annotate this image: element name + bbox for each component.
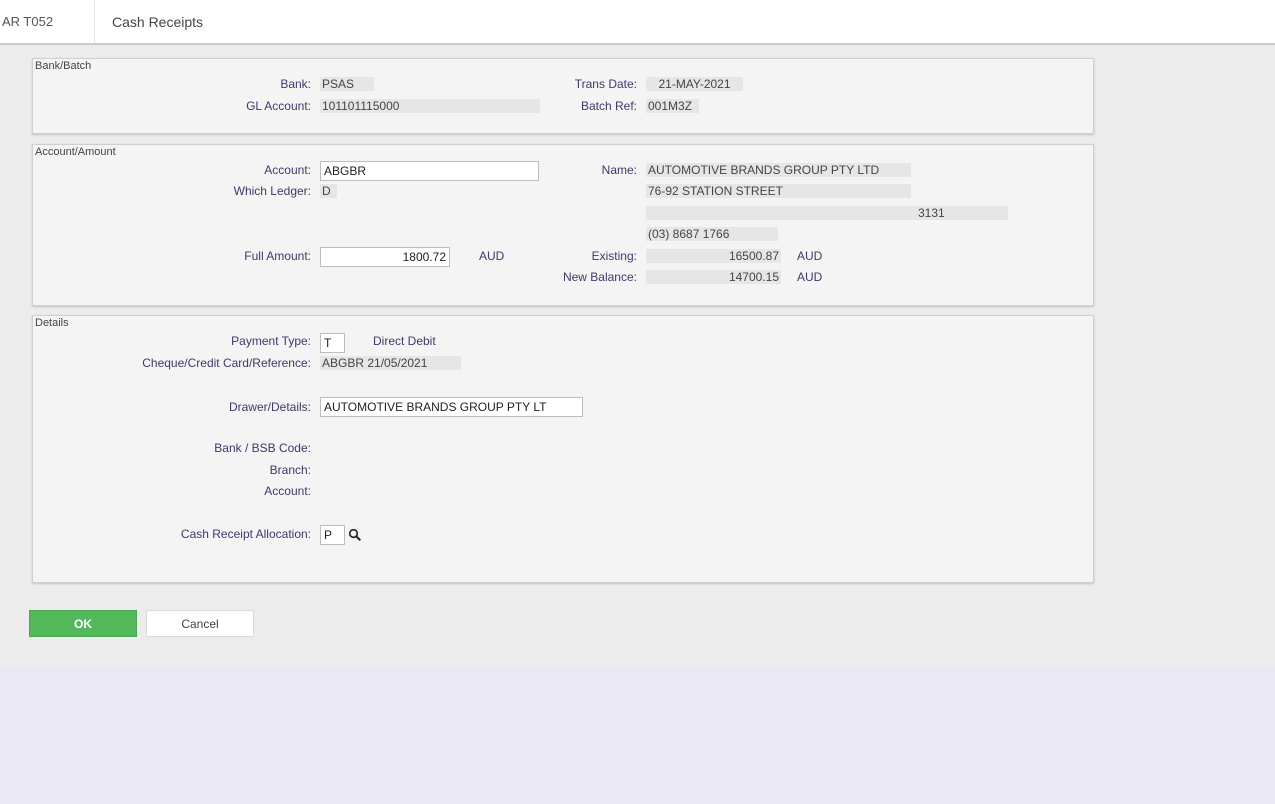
gl-account-label: GL Account: — [246, 99, 311, 113]
account-label: Account: — [264, 163, 311, 177]
new-balance-label: New Balance: — [562, 270, 637, 284]
header-divider — [94, 0, 95, 43]
trans-date-label: Trans Date: — [574, 77, 637, 91]
bsb-code-label: Bank / BSB Code: — [214, 441, 311, 455]
existing-value: 16500.87 — [646, 249, 781, 263]
page-title: Cash Receipts — [112, 14, 204, 30]
existing-label: Existing: — [591, 249, 637, 263]
payment-type-description: Direct Debit — [373, 334, 436, 348]
branch-label: Branch: — [269, 463, 311, 477]
bank-label: Bank: — [280, 77, 311, 91]
details-legend: Details — [35, 317, 69, 329]
which-ledger-label: Which Ledger: — [233, 184, 311, 198]
drawer-input[interactable] — [320, 397, 583, 417]
cancel-button[interactable]: Cancel — [146, 610, 254, 637]
name-value: AUTOMOTIVE BRANDS GROUP PTY LTD — [646, 163, 911, 177]
top-bar: AR T052 Cash Receipts — [0, 0, 1275, 45]
existing-currency: AUD — [797, 249, 823, 263]
address-line2 — [646, 206, 916, 220]
which-ledger-value: D — [320, 184, 337, 198]
reference-value: ABGBR 21/05/2021 — [320, 356, 461, 370]
bank-batch-panel: Bank/Batch Bank: PSAS GL Account: 101101… — [32, 58, 1094, 134]
reference-label: Cheque/Credit Card/Reference: — [142, 356, 311, 370]
new-balance-value: 14700.15 — [646, 270, 781, 284]
search-icon[interactable] — [348, 528, 362, 542]
account-amount-legend: Account/Amount — [35, 146, 116, 158]
bank-batch-legend: Bank/Batch — [35, 60, 92, 72]
new-balance-currency: AUD — [797, 270, 823, 284]
allocation-label: Cash Receipt Allocation: — [180, 527, 311, 541]
batch-ref-label: Batch Ref: — [580, 99, 637, 113]
full-amount-label: Full Amount: — [244, 249, 311, 263]
address-line1: 76-92 STATION STREET — [646, 184, 911, 198]
allocation-input[interactable] — [320, 525, 345, 545]
postcode-value: 3131 — [916, 206, 1008, 220]
drawer-label: Drawer/Details: — [228, 400, 311, 414]
payment-type-label: Payment Type: — [231, 334, 311, 348]
details-panel: Details Payment Type: Direct Debit Chequ… — [32, 315, 1094, 583]
phone-value: (03) 8687 1766 — [646, 227, 778, 241]
bank-value: PSAS — [320, 77, 374, 91]
batch-ref-value: 001M3Z — [646, 99, 699, 113]
ok-button[interactable]: OK — [29, 610, 137, 637]
trans-date-value: 21-MAY-2021 — [646, 77, 743, 91]
full-amount-input[interactable] — [320, 247, 450, 267]
program-code: AR T052 — [2, 14, 54, 29]
bank-account-label: Account: — [264, 484, 311, 498]
name-label: Name: — [601, 163, 637, 177]
account-amount-panel: Account/Amount Account: Which Ledger: D … — [32, 144, 1094, 306]
payment-type-input[interactable] — [320, 333, 345, 353]
